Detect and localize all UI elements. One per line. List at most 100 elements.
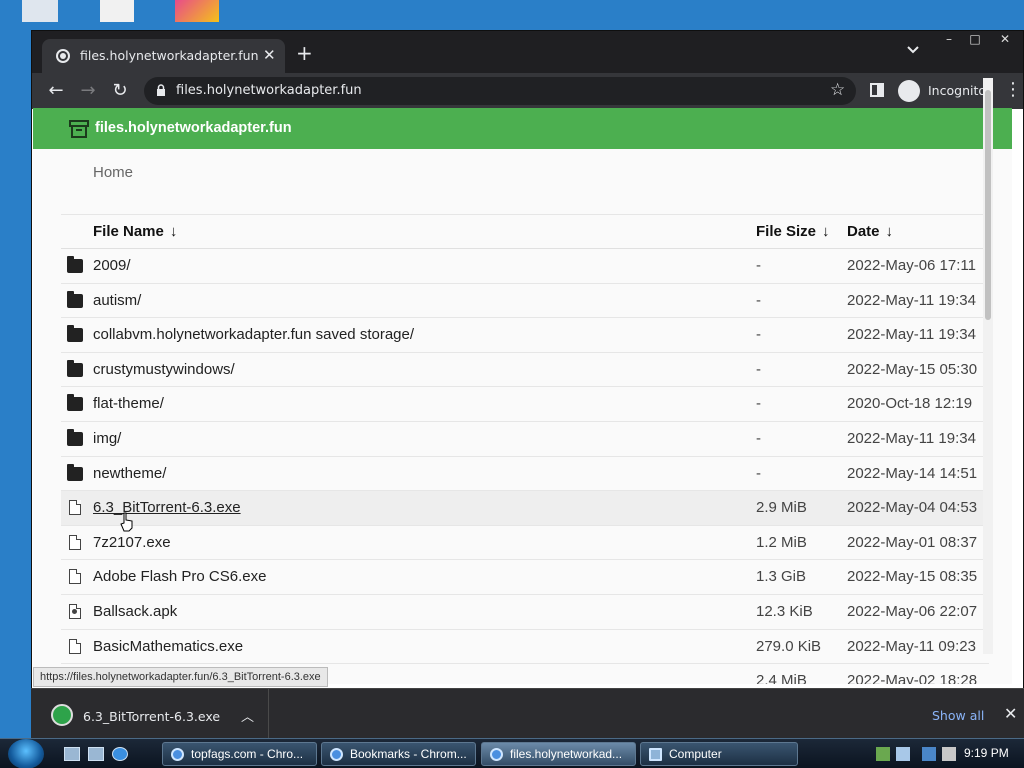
file-icon	[69, 500, 81, 516]
show-all-link[interactable]: Show all	[932, 708, 984, 723]
address-bar[interactable]: files.holynetworkadapter.fun ☆	[144, 77, 856, 105]
file-size: 1.2 MiB	[756, 533, 807, 551]
column-header-date[interactable]: Date ↓	[847, 223, 893, 240]
taskbar-button-chrome-2[interactable]: Bookmarks - Chrom...	[321, 742, 476, 766]
show-desktop-icon[interactable]	[64, 747, 80, 761]
file-table: File Name ↓ File Size ↓ Date ↓ 2009/ - 2022-M…	[61, 214, 989, 684]
desktop-app-icon[interactable]	[175, 0, 219, 22]
download-shelf: 6.3_BitTorrent-6.3.exe ︿ Show all ✕	[31, 688, 1024, 739]
minimize-icon[interactable]: –	[938, 31, 960, 49]
file-name-link[interactable]: 7z2107.exe	[93, 534, 171, 551]
file-name-link[interactable]: 2009/	[93, 257, 131, 274]
table-row[interactable]: flat-theme/ - 2020-Oct-18 12:19	[61, 387, 989, 422]
back-arrow-icon[interactable]: ←	[46, 81, 66, 101]
folder-icon	[67, 394, 83, 412]
taskbar-button-computer[interactable]: Computer	[640, 742, 798, 766]
taskbar-clock[interactable]: 9:19 PM	[964, 746, 1009, 760]
file-name-link[interactable]: newtheme/	[93, 465, 166, 482]
folder-icon	[67, 428, 83, 446]
table-row[interactable]: collabvm.holynetworkadapter.fun saved st…	[61, 318, 989, 353]
file-size: -	[756, 360, 761, 378]
file-name-link[interactable]: collabvm.holynetworkadapter.fun saved st…	[93, 326, 414, 343]
column-header-size[interactable]: File Size ↓	[756, 223, 830, 240]
table-row[interactable]: 2009/ - 2022-May-06 17:11	[61, 249, 989, 284]
forward-arrow-icon[interactable]: →	[78, 81, 98, 101]
file-name-link[interactable]: Ballsack.apk	[93, 603, 177, 620]
folder-icon	[67, 359, 83, 377]
tray-app-icon[interactable]	[896, 747, 910, 761]
file-date: 2022-May-04 04:53	[847, 499, 978, 517]
table-row[interactable]: newtheme/ - 2022-May-14 14:51	[61, 457, 989, 492]
file-date: 2022-May-11 19:34	[847, 291, 976, 309]
desktop-document-icon[interactable]	[100, 0, 134, 22]
tab-files[interactable]: files.holynetworkadapter.fun ✕	[42, 39, 285, 73]
file-name-link[interactable]: BasicMathematics.exe	[93, 638, 243, 655]
file-name-link[interactable]: autism/	[93, 292, 141, 309]
file-size: -	[756, 257, 761, 274]
tab-strip: files.holynetworkadapter.fun ✕ + – □ ✕	[32, 31, 1023, 73]
sort-arrow-icon: ↓	[885, 223, 894, 240]
file-name-link[interactable]: Adobe Flash Pro CS6.exe	[93, 568, 266, 585]
maximize-icon[interactable]: □	[964, 31, 986, 49]
scrollbar-thumb[interactable]	[985, 90, 991, 320]
mouse-pointer-hand-icon	[120, 512, 133, 532]
incognito-label[interactable]: Incognito	[928, 83, 986, 98]
table-row[interactable]: autism/ - 2022-May-11 19:34	[61, 284, 989, 319]
tray-monitor-icon[interactable]	[922, 747, 936, 761]
chrome-icon	[490, 748, 503, 761]
file-name-link[interactable]: 6.3_BitTorrent-6.3.exe	[93, 499, 241, 516]
site-title[interactable]: files.holynetworkadapter.fun	[95, 120, 292, 136]
table-row[interactable]: crustymustywindows/ - 2022-May-15 05:30	[61, 353, 989, 388]
close-window-icon[interactable]: ✕	[994, 31, 1016, 49]
table-row[interactable]: Ballsack.apk 12.3 KiB 2022-May-06 22:07	[61, 595, 989, 630]
table-row[interactable]: 7z2107.exe 1.2 MiB 2022-May-01 08:37	[61, 526, 989, 561]
file-date: 2022-May-01 08:37	[847, 533, 978, 551]
table-row[interactable]: BasicMathematics.exe 279.0 KiB 2022-May-11…	[61, 630, 989, 665]
folder-icon	[67, 463, 83, 481]
file-date: 2022-May-11 19:34	[847, 326, 976, 344]
taskbar-button-chrome-3[interactable]: files.holynetworkad...	[481, 742, 636, 766]
folder-icon	[67, 256, 83, 273]
file-date: 2022-May-02 18:28	[847, 672, 978, 684]
incognito-icon[interactable]	[898, 80, 920, 102]
start-button-icon[interactable]	[8, 739, 44, 768]
breadcrumb-home[interactable]: Home	[93, 164, 133, 181]
file-name-link[interactable]: img/	[93, 430, 121, 447]
lock-icon[interactable]	[156, 84, 166, 97]
table-row[interactable]: Adobe Flash Pro CS6.exe 1.3 GiB 2022-May-1…	[61, 560, 989, 595]
site-header: files.holynetworkadapter.fun	[33, 108, 1012, 149]
table-row-hovered[interactable]: 6.3_BitTorrent-6.3.exe 2.9 MiB 2022-May-04…	[61, 491, 989, 526]
file-icon	[69, 569, 81, 585]
kebab-menu-icon[interactable]: ⋮	[1004, 79, 1022, 101]
bittorrent-icon	[51, 704, 73, 726]
chevron-down-icon[interactable]	[906, 45, 920, 55]
table-row[interactable]: img/ - 2022-May-11 19:34	[61, 422, 989, 457]
plus-icon[interactable]: +	[296, 43, 313, 63]
close-icon[interactable]: ✕	[1004, 704, 1017, 723]
file-name-link[interactable]: flat-theme/	[93, 395, 164, 412]
url-text: files.holynetworkadapter.fun	[176, 83, 362, 98]
internet-explorer-icon[interactable]	[112, 747, 128, 761]
switch-windows-icon[interactable]	[88, 747, 104, 761]
bookmark-star-icon[interactable]: ☆	[830, 80, 845, 100]
column-header-name[interactable]: File Name ↓	[93, 223, 177, 240]
close-icon[interactable]: ✕	[263, 46, 276, 64]
recycle-bin-icon[interactable]	[22, 0, 58, 22]
tray-volume-muted-icon[interactable]	[942, 747, 956, 761]
download-item[interactable]: 6.3_BitTorrent-6.3.exe ︿	[31, 689, 269, 739]
file-size: 2.9 MiB	[756, 499, 807, 517]
file-size: 12.3 KiB	[756, 602, 813, 620]
file-name-link[interactable]: crustymustywindows/	[93, 361, 235, 378]
file-size: 2.4 MiB	[756, 672, 807, 684]
file-size: 1.3 GiB	[756, 568, 807, 586]
tray-network-icon[interactable]	[876, 747, 890, 761]
file-date: 2022-May-11 09:23	[847, 637, 976, 655]
reload-icon[interactable]: ↻	[110, 81, 130, 101]
taskbar-button-chrome-1[interactable]: topfags.com - Chro...	[162, 742, 317, 766]
page-content: files.holynetworkadapter.fun Home File N…	[33, 108, 1012, 684]
side-panel-icon[interactable]	[870, 83, 884, 97]
chevron-up-icon[interactable]: ︿	[241, 706, 254, 725]
page-scrollbar[interactable]	[983, 78, 993, 654]
file-size: -	[756, 464, 761, 482]
file-date: 2022-May-06 17:11	[847, 257, 976, 274]
